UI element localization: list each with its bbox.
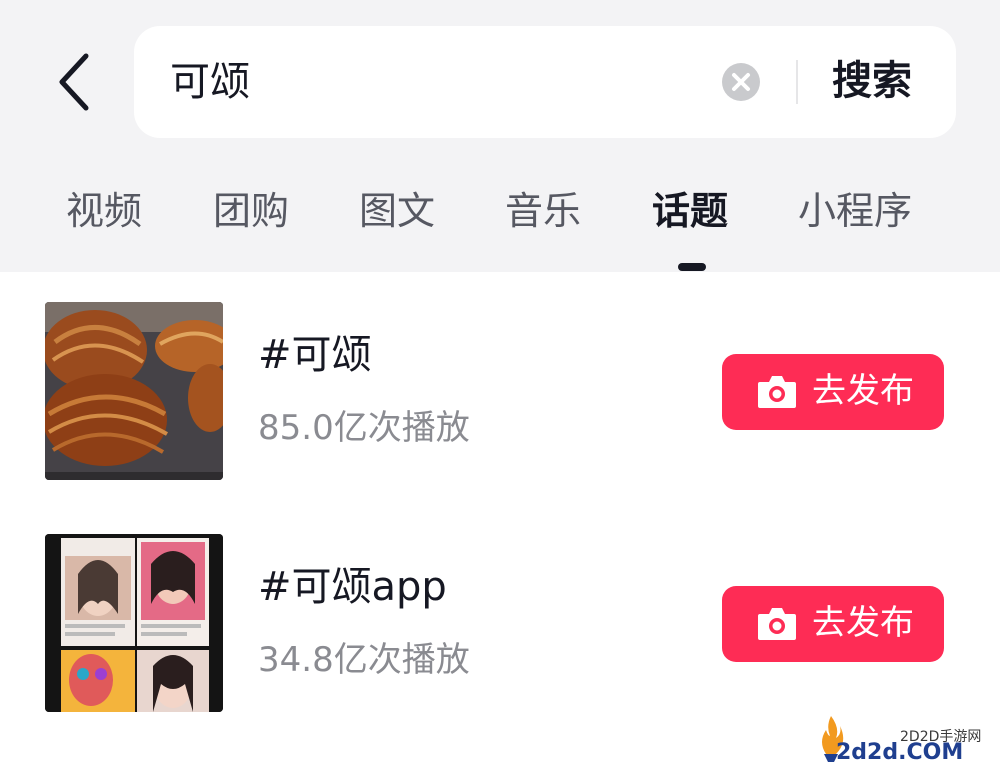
play-count: 85.0亿次播放	[258, 408, 470, 448]
search-button[interactable]: 搜索	[832, 56, 912, 106]
site-watermark: 2D2D手游网 2d2d.COM	[818, 712, 981, 766]
watermark-domain: 2d2d.COM	[836, 740, 964, 765]
camera-icon	[758, 608, 796, 640]
makeup-thumbnail	[45, 534, 223, 712]
search-bar: 可颂 搜索	[134, 26, 956, 138]
topic-title: #可颂	[258, 332, 372, 378]
tab-group-buy[interactable]: 团购	[213, 185, 289, 237]
topic-results: #可颂 85.0亿次播放 去发布 #可颂app 34.8亿次播放 去发布	[0, 272, 1000, 767]
clear-icon[interactable]	[722, 63, 760, 101]
croissant-thumbnail	[45, 302, 223, 480]
back-arrow-icon[interactable]	[52, 50, 102, 114]
tab-topic[interactable]: 话题	[652, 185, 728, 237]
active-tab-indicator	[678, 263, 706, 271]
camera-icon	[758, 376, 796, 408]
tab-music[interactable]: 音乐	[505, 185, 581, 237]
search-input[interactable]: 可颂	[170, 58, 250, 106]
play-count: 34.8亿次播放	[258, 640, 470, 680]
tab-mini-program[interactable]: 小程序	[798, 185, 912, 237]
tab-image-text[interactable]: 图文	[359, 185, 435, 237]
publish-label: 去发布	[812, 371, 914, 411]
publish-label: 去发布	[812, 603, 914, 643]
list-item[interactable]: #可颂app 34.8亿次播放 去发布	[0, 534, 1000, 734]
topic-title: #可颂app	[258, 564, 447, 610]
search-header: 可颂 搜索 视频 团购 图文 音乐 话题 小程序	[0, 0, 1000, 272]
category-tabs: 视频 团购 图文 音乐 话题 小程序	[0, 185, 1000, 245]
list-item[interactable]: #可颂 85.0亿次播放 去发布	[0, 302, 1000, 502]
publish-button[interactable]: 去发布	[722, 354, 944, 430]
tab-video[interactable]: 视频	[66, 185, 142, 237]
search-divider	[796, 60, 798, 104]
publish-button[interactable]: 去发布	[722, 586, 944, 662]
